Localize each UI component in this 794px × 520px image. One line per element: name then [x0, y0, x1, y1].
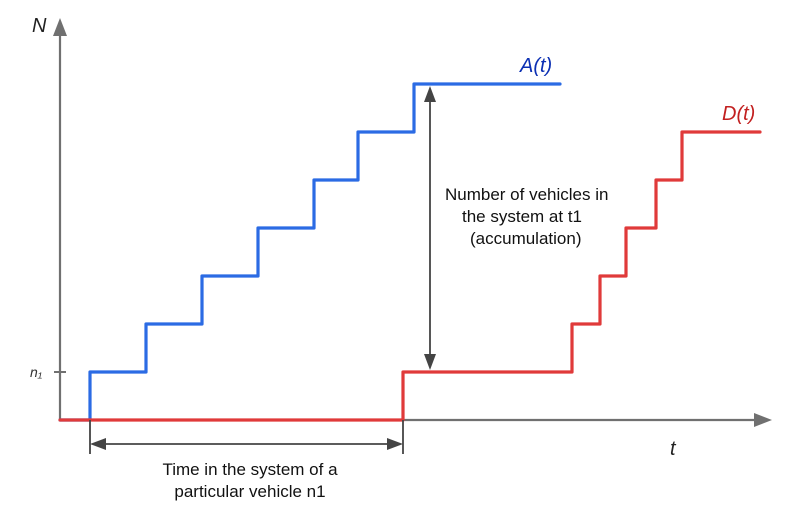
time-in-system-label: Time in the system of a particular vehic… [162, 460, 338, 501]
svg-text:(accumulation): (accumulation) [470, 229, 582, 248]
svg-text:Time in the system of a: Time in the system of a [162, 460, 338, 479]
x-axis-label: t [670, 438, 677, 460]
queueing-diagram: N t n₁ A(t) D(t) Number of vehicles in t… [0, 0, 794, 520]
departure-curve [60, 132, 760, 420]
y-axis-label: N [32, 15, 47, 37]
accumulation-label: Number of vehicles in the system at t1 (… [445, 185, 608, 248]
axes [53, 18, 772, 427]
time-in-system-arrow [90, 420, 403, 454]
arrival-curve-label: A(t) [519, 55, 552, 77]
svg-text:the system at t1: the system at t1 [462, 207, 582, 226]
departure-curve-label: D(t) [722, 103, 755, 125]
n1-tick-label: n₁ [30, 364, 43, 380]
svg-text:particular vehicle n1: particular vehicle n1 [174, 482, 325, 501]
arrival-curve [60, 84, 560, 420]
svg-text:Number of vehicles in: Number of vehicles in [445, 185, 608, 204]
accumulation-arrow [424, 86, 436, 370]
